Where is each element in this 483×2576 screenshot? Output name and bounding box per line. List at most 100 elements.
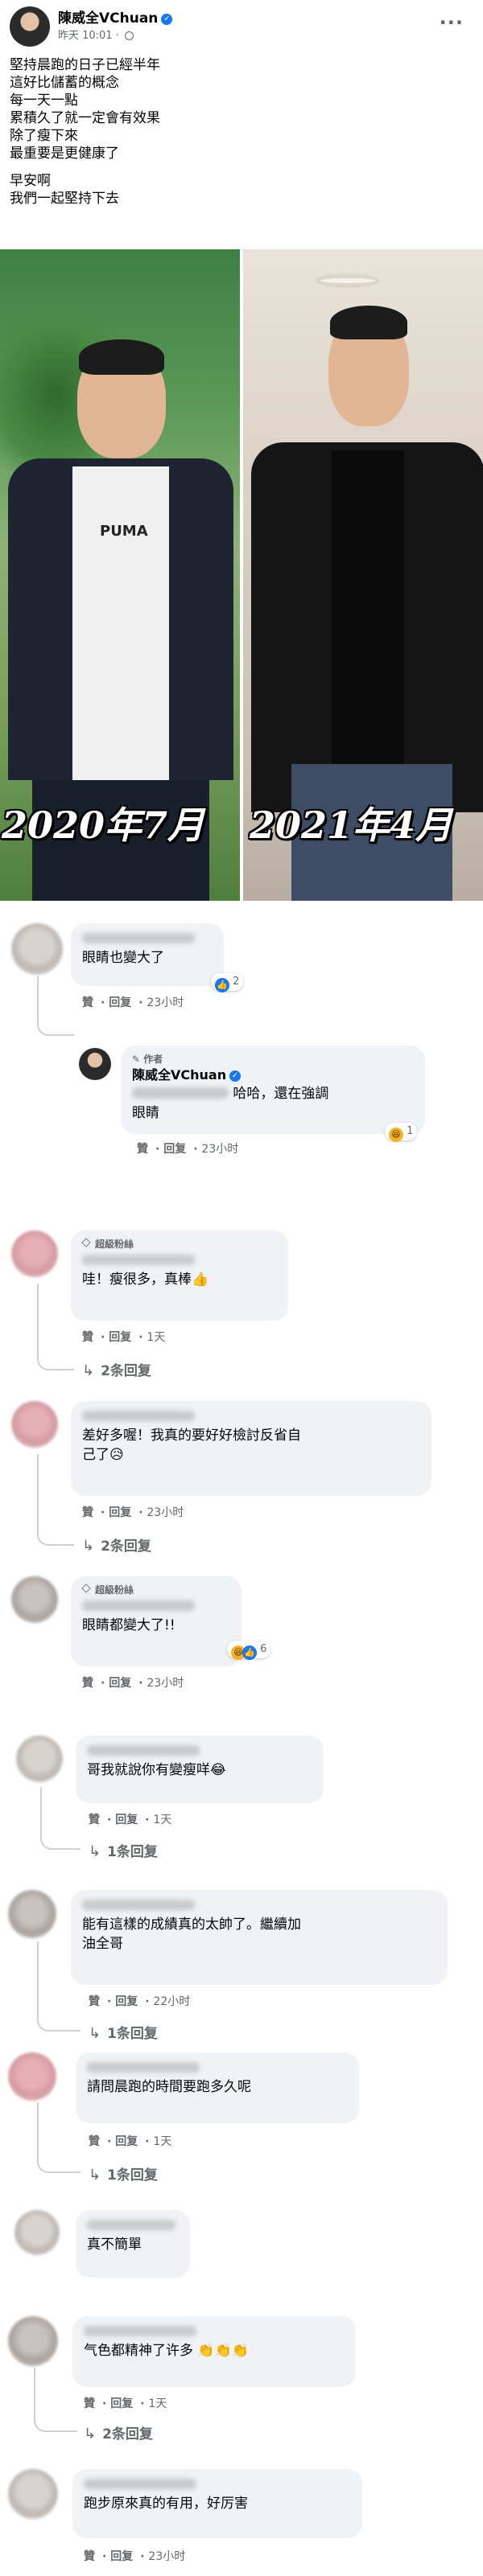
thread-curve <box>37 2159 80 2173</box>
commenter-avatar[interactable] <box>8 1890 56 1938</box>
comment-text: 哇！瘦很多，真棒👍 <box>82 1272 209 1288</box>
commenter-name[interactable] <box>87 1745 200 1756</box>
before-caption: 2020年7月 <box>2 803 205 847</box>
thread-line <box>37 1941 39 2020</box>
like-button[interactable]: 贊 <box>89 1995 100 2008</box>
comment-bubble: 超級粉絲 哇！瘦很多，真棒👍 <box>71 1230 288 1321</box>
comment-actions: 贊 · 回复 · 1天 <box>84 2397 167 2410</box>
view-replies-button[interactable]: ↳ 1条回复 <box>89 1840 158 1860</box>
view-replies-button[interactable]: ↳ 2条回复 <box>82 1359 151 1379</box>
comment-actions: 贊 · 回复 · 1天 <box>82 1331 166 1344</box>
comment-time[interactable]: 22小时 <box>153 1995 190 2008</box>
commenter-name[interactable] <box>82 1255 195 1265</box>
post-text-line: 我們一起堅持下去 <box>10 191 119 207</box>
comment-bubble: 能有這樣的成績真的太帥了。繼續加 油全哥 <box>71 1890 448 1985</box>
reply-button[interactable]: 回复 <box>110 2397 133 2410</box>
like-reaction-icon: 👍 <box>215 978 229 992</box>
top-fan-badge[interactable]: 超級粉絲 <box>81 1237 277 1251</box>
comment-time[interactable]: 1天 <box>153 1814 171 1826</box>
reply-author-name[interactable]: 陳威全VChuan ✓ <box>132 1066 414 1084</box>
like-button[interactable]: 贊 <box>84 2397 95 2410</box>
verified-badge-icon: ✓ <box>161 14 173 25</box>
reaction-summary[interactable]: 😆👍 6 <box>227 1641 271 1660</box>
reply-button[interactable]: 回复 <box>115 1995 138 2008</box>
reaction-summary[interactable]: 😆 1 <box>385 1123 418 1142</box>
commenter-name[interactable] <box>82 1900 195 1910</box>
like-button[interactable]: 贊 <box>89 1814 100 1826</box>
globe-icon <box>125 31 134 40</box>
commenter-avatar[interactable] <box>8 2316 58 2366</box>
comment-time[interactable]: 23小时 <box>201 1143 238 1156</box>
like-button[interactable]: 贊 <box>82 1331 93 1344</box>
comment-text: 跑步原來真的有用，好厉害 <box>84 2496 248 2512</box>
post-text-line: 每一天一點 <box>10 92 78 109</box>
comment-time[interactable]: 1天 <box>148 2397 167 2410</box>
thread-line <box>34 2368 35 2421</box>
top-fan-badge[interactable]: 超級粉絲 <box>81 1583 230 1597</box>
author-name[interactable]: 陳威全VChuan ✓ <box>58 6 173 27</box>
hair <box>79 339 164 375</box>
commenter-avatar[interactable] <box>11 1230 58 1277</box>
reply-button[interactable]: 回复 <box>110 2550 133 2563</box>
reply-button[interactable]: 回复 <box>163 1143 186 1156</box>
reply-button[interactable]: 回复 <box>109 1677 131 1690</box>
reply-button[interactable]: 回复 <box>115 2135 138 2148</box>
comment-bubble: 气色都精神了许多 👏👏👏 <box>72 2316 356 2387</box>
comment-time[interactable]: 23小时 <box>147 1677 184 1690</box>
like-button[interactable]: 贊 <box>82 996 93 1009</box>
like-button[interactable]: 贊 <box>137 1143 148 1156</box>
commenter-name[interactable] <box>82 933 195 943</box>
post-time[interactable]: 昨天 10:01 <box>58 30 113 42</box>
comment-actions: 贊 · 回复 · 1天 <box>89 2135 172 2148</box>
like-button[interactable]: 贊 <box>84 2550 95 2563</box>
commenter-name[interactable] <box>87 2220 175 2230</box>
commenter-avatar[interactable] <box>14 2210 60 2255</box>
commenter-name[interactable] <box>82 1600 195 1611</box>
commenter-avatar[interactable] <box>11 1576 58 1623</box>
mention-tag[interactable] <box>132 1087 229 1099</box>
commenter-avatar[interactable] <box>16 1736 63 1782</box>
commenter-avatar[interactable] <box>8 2469 58 2519</box>
post-text-line: 早安啊 <box>10 173 51 189</box>
commenter-avatar[interactable] <box>11 923 63 975</box>
post-meta: 昨天 10:01 · <box>58 27 134 42</box>
reply-button[interactable]: 回复 <box>109 1331 131 1344</box>
post-photo[interactable]: PUMA 2020年7月 2021年4月 <box>0 249 483 901</box>
comment-actions: 贊 · 回复 · 23小时 <box>82 1677 184 1690</box>
comment-time[interactable]: 1天 <box>147 1331 165 1344</box>
comment-text: 哥我就說你有變瘦咩😂 <box>87 1762 226 1778</box>
commenter-name[interactable] <box>82 1411 195 1421</box>
shirt <box>332 450 404 772</box>
comment-text: 眼睛也變大了 <box>82 950 164 966</box>
view-replies-button[interactable]: ↳ 2条回复 <box>82 1535 151 1555</box>
view-replies-button[interactable]: ↳ 2条回复 <box>84 2422 153 2442</box>
like-button[interactable]: 贊 <box>82 1506 93 1519</box>
like-button[interactable]: 贊 <box>82 1677 93 1690</box>
reaction-summary[interactable]: 👍 2 <box>211 973 244 992</box>
commenter-avatar[interactable] <box>11 1401 58 1448</box>
reply-button[interactable]: 回复 <box>115 1814 138 1826</box>
author-avatar[interactable] <box>10 6 50 47</box>
reply-button[interactable]: 回复 <box>109 1506 131 1519</box>
comment-time[interactable]: 23小时 <box>148 2550 185 2563</box>
reply-button[interactable]: 回复 <box>109 996 131 1009</box>
commenter-avatar[interactable] <box>8 2052 56 2101</box>
comment-time[interactable]: 23小时 <box>147 996 184 1009</box>
comment-bubble: 哥我就說你有變瘦咩😂 <box>76 1736 324 1803</box>
comment-time[interactable]: 23小时 <box>147 1506 184 1519</box>
commenter-name[interactable] <box>84 2479 196 2489</box>
thread-line <box>37 2102 39 2162</box>
commenter-name[interactable] <box>84 2326 196 2336</box>
view-replies-button[interactable]: ↳ 1条回复 <box>89 2022 158 2042</box>
like-button[interactable]: 贊 <box>89 2135 100 2148</box>
thread-line <box>37 1284 39 1359</box>
author-reply-avatar[interactable] <box>79 1048 111 1080</box>
comment-bubble: 跑步原來真的有用，好厉害 <box>72 2469 362 2538</box>
view-replies-button[interactable]: ↳ 1条回复 <box>89 2163 158 2184</box>
thread-curve <box>37 1531 74 1546</box>
comment-actions: 贊 · 回复 · 1天 <box>89 1814 172 1826</box>
commenter-name[interactable] <box>87 2062 200 2073</box>
comment-time[interactable]: 1天 <box>153 2135 171 2148</box>
ceiling-lamp <box>316 273 380 288</box>
more-options-icon[interactable]: ··· <box>440 11 464 34</box>
